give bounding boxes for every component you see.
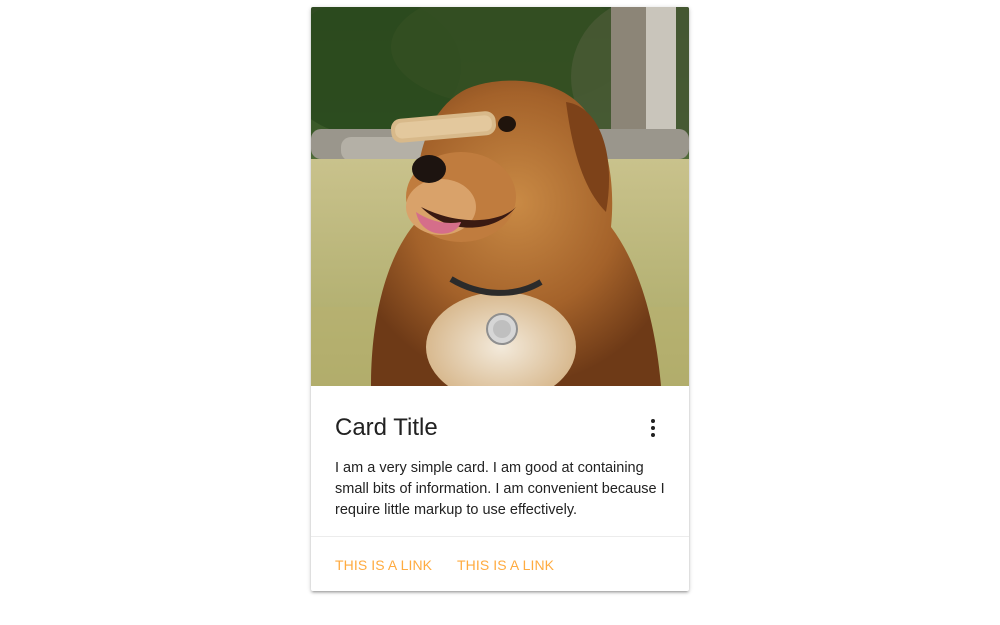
- card: Card Title I am a very simple card. I am…: [311, 7, 689, 591]
- card-text: I am a very simple card. I am good at co…: [335, 460, 665, 518]
- card-action: THIS IS A LINK THIS IS A LINK: [311, 537, 689, 591]
- card-content: Card Title I am a very simple card. I am…: [311, 386, 689, 537]
- card-image: [311, 7, 689, 386]
- dog-photo: [311, 7, 689, 386]
- card-title: Card Title: [335, 414, 438, 441]
- card-link-1[interactable]: THIS IS A LINK: [335, 557, 432, 573]
- card-link-2[interactable]: THIS IS A LINK: [457, 557, 554, 573]
- more-vert-icon[interactable]: [641, 416, 665, 440]
